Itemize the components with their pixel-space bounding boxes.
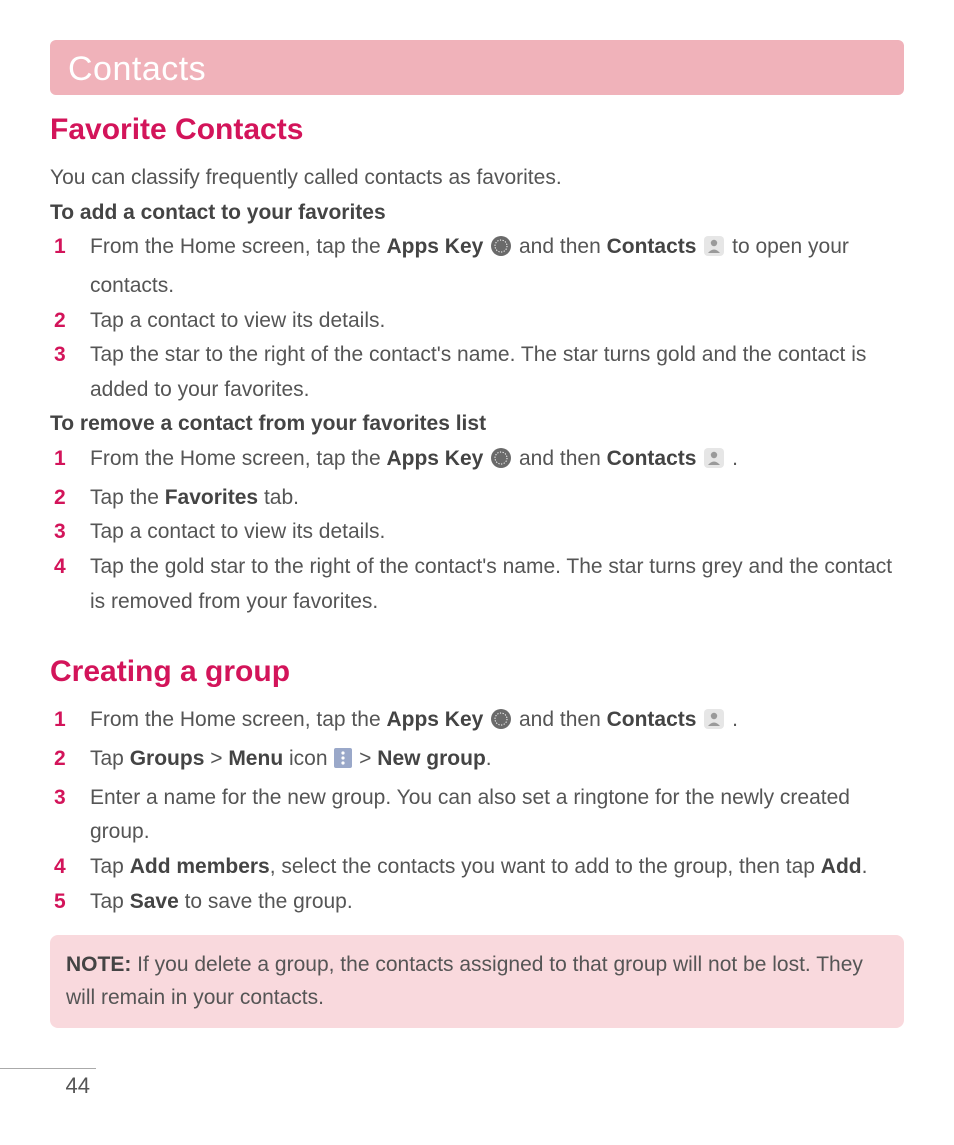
list-item: Tap Save to save the group. xyxy=(50,885,904,920)
list-item: From the Home screen, tap the Apps Key a… xyxy=(50,703,904,742)
menu-icon xyxy=(334,746,352,781)
chapter-title: Contacts xyxy=(68,50,886,89)
list-item: From the Home screen, tap the Apps Key a… xyxy=(50,442,904,481)
step-text: Tap xyxy=(90,890,130,913)
steps-remove-favorite: From the Home screen, tap the Apps Key a… xyxy=(50,442,904,619)
step-text: > xyxy=(353,747,377,770)
section-heading-group: Creating a group xyxy=(50,655,904,689)
step-text: . xyxy=(726,447,738,470)
step-text: Tap the xyxy=(90,486,165,509)
bold-add-members: Add members xyxy=(130,855,270,878)
contacts-icon xyxy=(703,446,725,481)
bold-new-group: New group xyxy=(377,747,486,770)
bold-add: Add xyxy=(821,855,862,878)
apps-key-icon xyxy=(490,234,512,269)
note-label: NOTE: xyxy=(66,953,131,976)
bold-menu: Menu xyxy=(228,747,283,770)
step-text: > xyxy=(204,747,228,770)
note-text: If you delete a group, the contacts assi… xyxy=(66,953,863,1009)
step-text: and then xyxy=(513,708,606,731)
step-text: Tap xyxy=(90,855,130,878)
steps-create-group: From the Home screen, tap the Apps Key a… xyxy=(50,703,904,919)
list-item: Tap Groups > Menu icon > New group. xyxy=(50,742,904,781)
step-text: icon xyxy=(283,747,333,770)
step-text: Tap xyxy=(90,747,130,770)
page-footer: 44 xyxy=(0,1068,96,1099)
list-item: Tap a contact to view its details. xyxy=(50,515,904,550)
intro-text: You can classify frequently called conta… xyxy=(50,161,904,196)
step-text: and then xyxy=(513,235,606,258)
apps-key-icon xyxy=(490,446,512,481)
bold-save: Save xyxy=(130,890,179,913)
step-text: . xyxy=(862,855,868,878)
subheading-remove: To remove a contact from your favorites … xyxy=(50,407,904,442)
bold-contacts: Contacts xyxy=(607,708,697,731)
list-item: From the Home screen, tap the Apps Key a… xyxy=(50,230,904,303)
step-text: . xyxy=(726,708,738,731)
bold-contacts: Contacts xyxy=(607,447,697,470)
list-item: Tap the gold star to the right of the co… xyxy=(50,550,904,619)
bold-apps-key: Apps Key xyxy=(386,447,483,470)
note-box: NOTE: If you delete a group, the contact… xyxy=(50,935,904,1028)
step-text: and then xyxy=(513,447,606,470)
bold-apps-key: Apps Key xyxy=(386,235,483,258)
section-heading-favorite: Favorite Contacts xyxy=(50,113,904,147)
step-text: tab. xyxy=(258,486,299,509)
bold-favorites: Favorites xyxy=(165,486,258,509)
list-item: Tap the Favorites tab. xyxy=(50,481,904,516)
step-text: From the Home screen, tap the xyxy=(90,447,386,470)
chapter-header: Contacts xyxy=(50,40,904,95)
list-item: Tap Add members, select the contacts you… xyxy=(50,850,904,885)
step-text: . xyxy=(486,747,492,770)
contacts-icon xyxy=(703,707,725,742)
steps-add-favorite: From the Home screen, tap the Apps Key a… xyxy=(50,230,904,407)
step-text: From the Home screen, tap the xyxy=(90,708,386,731)
list-item: Tap the star to the right of the contact… xyxy=(50,338,904,407)
list-item: Enter a name for the new group. You can … xyxy=(50,781,904,850)
bold-contacts: Contacts xyxy=(607,235,697,258)
step-text: , select the contacts you want to add to… xyxy=(270,855,821,878)
contacts-icon xyxy=(703,234,725,269)
bold-groups: Groups xyxy=(130,747,205,770)
page-number: 44 xyxy=(66,1073,90,1098)
apps-key-icon xyxy=(490,707,512,742)
step-text: From the Home screen, tap the xyxy=(90,235,386,258)
subheading-add: To add a contact to your favorites xyxy=(50,196,904,231)
list-item: Tap a contact to view its details. xyxy=(50,304,904,339)
step-text: to save the group. xyxy=(179,890,353,913)
bold-apps-key: Apps Key xyxy=(386,708,483,731)
